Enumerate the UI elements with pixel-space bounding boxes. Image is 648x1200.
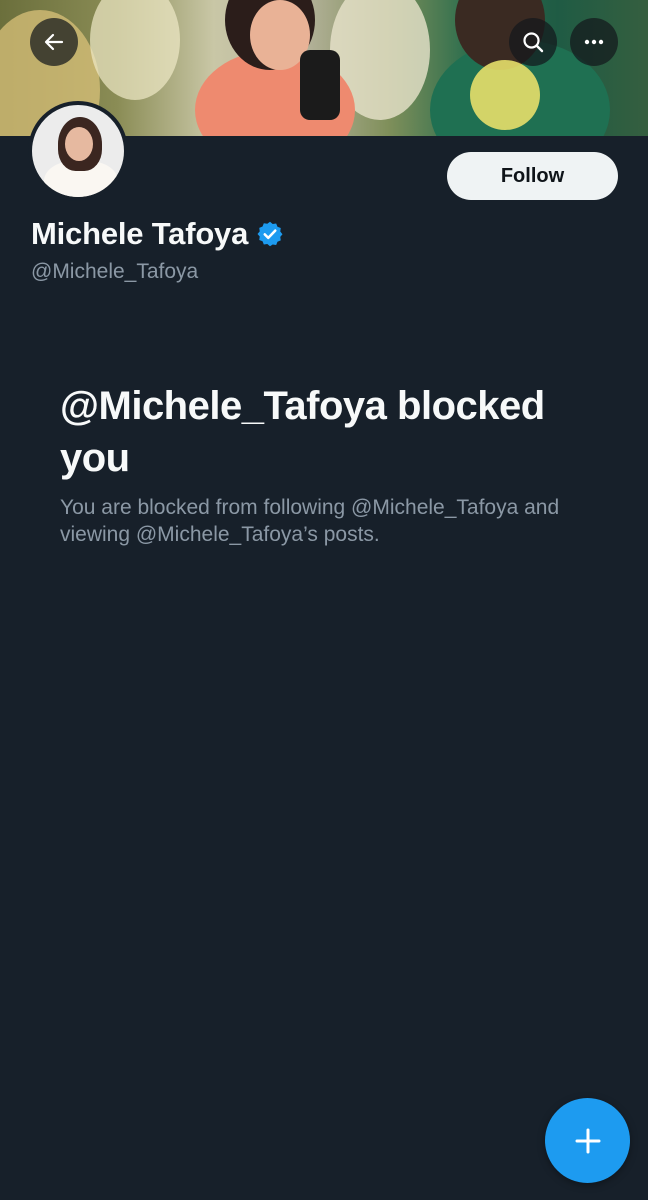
follow-button[interactable]: Follow xyxy=(447,152,618,200)
more-options-button[interactable] xyxy=(570,18,618,66)
profile-page: Follow Michele Tafoya @Michele_Tafoya @M… xyxy=(0,0,648,1200)
search-icon xyxy=(523,32,544,53)
search-button[interactable] xyxy=(509,18,557,66)
arrow-left-icon xyxy=(44,33,64,51)
verified-badge-icon[interactable] xyxy=(256,220,284,248)
blocked-title: @Michele_Tafoya blocked you xyxy=(60,384,545,480)
back-button[interactable] xyxy=(30,18,78,66)
profile-handle: @Michele_Tafoya xyxy=(31,260,199,283)
avatar[interactable] xyxy=(28,101,128,201)
display-name: Michele Tafoya xyxy=(31,216,249,251)
blocked-message: You are blocked from following @Michele_… xyxy=(60,496,560,546)
compose-post-button[interactable] xyxy=(545,1098,630,1183)
ellipsis-icon xyxy=(584,39,604,45)
plus-icon xyxy=(575,1128,600,1153)
profile-name-row: Michele Tafoya xyxy=(31,216,284,252)
